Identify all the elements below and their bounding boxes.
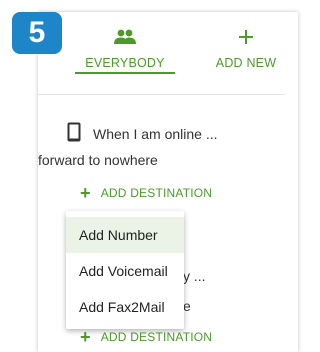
add-destination-dropdown: Add Number Add Voicemail Add Fax2Mail: [66, 211, 184, 329]
rule-condition[interactable]: When I am online ...: [67, 122, 218, 145]
plus-icon: [238, 29, 254, 47]
rule-condition-text: When I am online ...: [93, 125, 218, 142]
plus-icon: +: [80, 183, 91, 203]
tab-everybody[interactable]: EVERYBODY: [75, 12, 175, 74]
forward-destination-text: forward to nowhere: [38, 152, 158, 168]
tab-add-new[interactable]: ADD NEW: [203, 12, 289, 74]
tab-add-new-label: ADD NEW: [215, 56, 277, 70]
add-destination-button[interactable]: + ADD DESTINATION: [80, 184, 212, 202]
menu-item-add-voicemail[interactable]: Add Voicemail: [66, 253, 184, 289]
tab-divider: [38, 94, 285, 95]
menu-item-add-number[interactable]: Add Number: [66, 217, 184, 253]
add-destination-label: ADD DESTINATION: [100, 186, 213, 200]
partial-forward-text: e: [183, 298, 191, 314]
step-number-badge: 5: [12, 12, 62, 54]
people-icon: [114, 29, 136, 47]
add-destination-label-2: ADD DESTINATION: [100, 330, 213, 344]
add-destination-button-2[interactable]: + ADD DESTINATION: [80, 328, 212, 346]
phone-icon: [67, 122, 81, 145]
tab-everybody-label: EVERYBODY: [85, 56, 165, 70]
active-tab-indicator: [75, 72, 175, 74]
tab-bar: EVERYBODY ADD NEW: [38, 12, 285, 74]
plus-icon: +: [80, 327, 91, 347]
partial-condition-text: y ...: [183, 268, 206, 284]
menu-item-add-fax2mail[interactable]: Add Fax2Mail: [66, 289, 184, 325]
